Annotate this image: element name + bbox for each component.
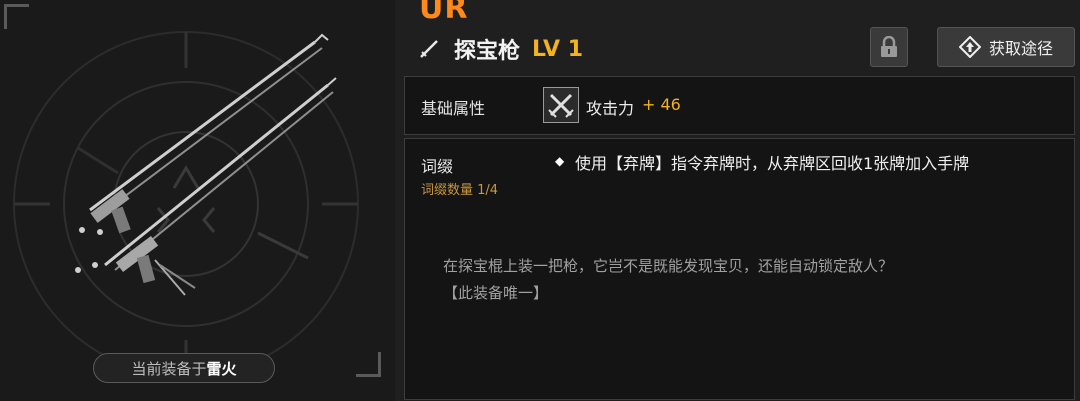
item-title-row: 探宝枪 LV 1 <box>418 33 583 65</box>
rarity-badge: UR <box>419 0 469 26</box>
equipped-by-badge: 当前装备于 雷火 <box>93 353 275 383</box>
attack-label: 攻击力 <box>586 99 635 118</box>
equipped-owner: 雷火 <box>206 359 237 378</box>
base-attributes-label: 基础属性 <box>421 99 486 118</box>
affix-effect: 使用【弃牌】指令弃牌时，从弃牌区回收1张牌加入手牌 <box>575 154 970 173</box>
affix-label: 词缀 <box>421 157 454 176</box>
sword-icon <box>420 40 438 58</box>
affix-count: 词缀数量 1/4 <box>421 183 499 198</box>
diamond-bullet-icon: ◆ <box>555 154 565 168</box>
flavor-line-2: 【此装备唯一】 <box>443 284 549 302</box>
weapon-preview-panel: 当前装备于 雷火 <box>0 0 395 401</box>
equipped-prefix: 当前装备于 <box>131 359 207 378</box>
affix-panel: 词缀 词缀数量 1/4 ◆ 使用【弃牌】指令弃牌时，从弃牌区回收1张牌加入手牌 … <box>404 138 1075 400</box>
acquire-source-button[interactable]: 获取途径 <box>937 27 1075 67</box>
base-attributes-panel: 基础属性 攻击力 + 46 <box>404 76 1075 135</box>
attack-icon <box>543 87 579 123</box>
item-name: 探宝枪 <box>454 39 521 64</box>
acquire-label: 获取途径 <box>988 39 1053 58</box>
acquire-icon <box>958 36 981 58</box>
weapon-image <box>75 33 337 296</box>
lock-button[interactable] <box>870 27 908 67</box>
lock-icon <box>881 36 897 57</box>
item-level: LV 1 <box>532 36 583 62</box>
flavor-text: 在探宝棍上装一把枪，它岂不是既能发现宝贝，还能自动锁定敌人？ 【此装备唯一】 <box>443 253 1013 307</box>
attack-value: + 46 <box>642 95 681 114</box>
flavor-line-1: 在探宝棍上装一把枪，它岂不是既能发现宝贝，还能自动锁定敌人？ <box>443 257 894 275</box>
